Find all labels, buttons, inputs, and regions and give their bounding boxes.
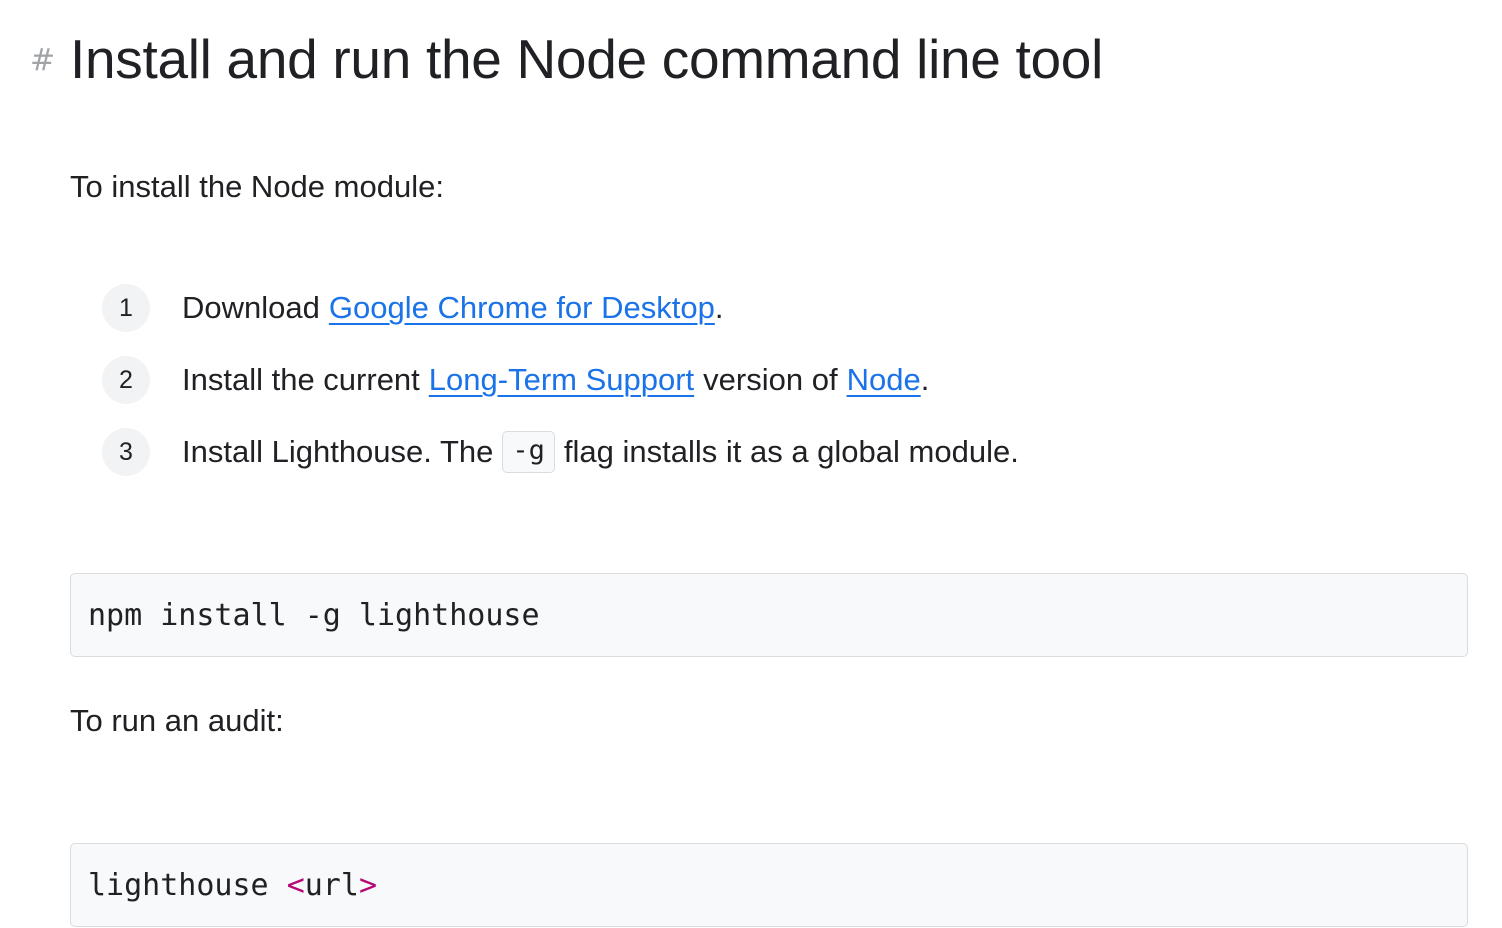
lts-link[interactable]: Long-Term Support <box>429 362 694 398</box>
doc-page: # Install and run the Node command line … <box>0 0 1502 928</box>
step-text: Install the current Long-Term Support vers… <box>182 362 929 398</box>
step-number-badge: 1 <box>102 284 150 332</box>
run-audit-text: To run an audit: <box>70 703 284 738</box>
node-link[interactable]: Node <box>847 362 921 398</box>
step-text: Install Lighthouse. The -g flag installs i… <box>182 430 1019 474</box>
step-text-before: Install the current <box>182 362 420 397</box>
audit-argument: url <box>304 867 359 903</box>
install-intro-text: To install the Node module: <box>70 169 444 204</box>
audit-close-bracket: > <box>358 867 377 903</box>
audit-command: lighthouse <url> <box>88 868 377 903</box>
step-item-3: 3 Install Lighthouse. The -g flag installs… <box>102 428 1019 476</box>
step-text-before: Download <box>182 290 320 325</box>
step-item-2: 2 Install the current Long-Term Support ve… <box>102 356 1019 404</box>
step-text-after: flag installs it as a global module. <box>563 433 1019 469</box>
step-text-after: . <box>714 290 724 325</box>
step-item-1: 1 Download Google Chrome for Desktop. <box>102 284 1019 332</box>
step-text-before: Install Lighthouse. The <box>182 433 494 469</box>
step-text: Download Google Chrome for Desktop. <box>182 290 723 326</box>
step-number-badge: 2 <box>102 356 150 404</box>
audit-command-name: lighthouse <box>88 867 287 903</box>
section-heading: # Install and run the Node command line … <box>30 24 1103 94</box>
step-text-middle: version of <box>703 362 838 397</box>
audit-open-bracket: < <box>286 867 305 903</box>
install-command: npm install -g lighthouse <box>88 597 540 633</box>
heading-anchor-link[interactable]: # <box>30 46 70 76</box>
install-code-block[interactable]: npm install -g lighthouse <box>70 573 1468 657</box>
install-steps-list: 1 Download Google Chrome for Desktop. 2 I… <box>102 284 1019 500</box>
audit-code-block[interactable]: lighthouse <url> <box>70 843 1468 927</box>
page-title: Install and run the Node command line to… <box>70 27 1104 90</box>
step-text-after: . <box>920 362 930 397</box>
global-flag-code: -g <box>502 430 555 474</box>
step-number-badge: 3 <box>102 428 150 476</box>
chrome-download-link[interactable]: Google Chrome for Desktop <box>329 290 715 326</box>
